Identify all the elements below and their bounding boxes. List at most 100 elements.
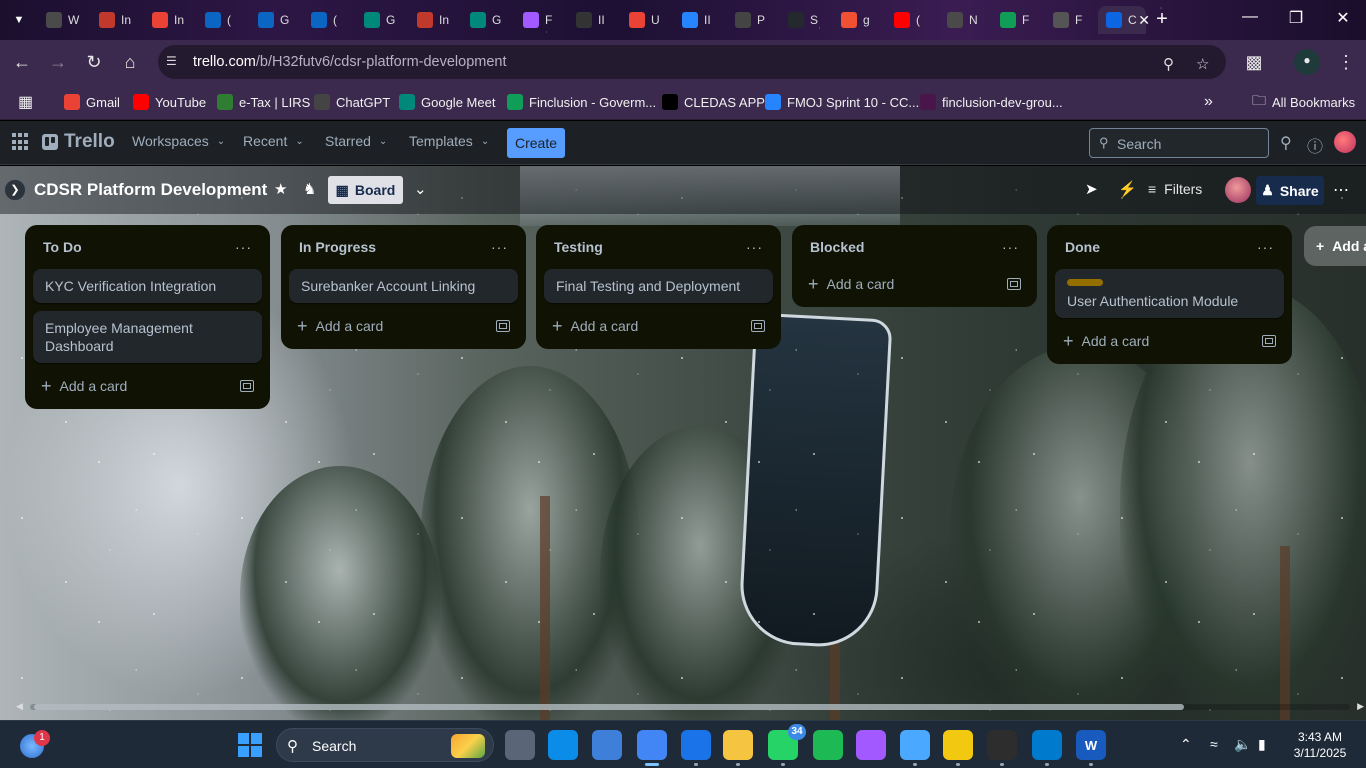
vscode-icon[interactable] — [1032, 730, 1062, 766]
browser-tab[interactable]: C ✕ — [1098, 6, 1150, 34]
menu-workspaces[interactable]: Workspaces ⌄ — [132, 133, 225, 149]
profile-avatar[interactable]: ● — [1294, 49, 1320, 75]
taskbar-search[interactable]: ⚲ Search — [276, 728, 494, 762]
powerbi-icon[interactable] — [943, 730, 973, 766]
more-bookmarks-icon[interactable]: » — [1204, 92, 1213, 112]
chrome-dev-icon[interactable] — [681, 730, 711, 766]
add-card-button[interactable]: + Add a card — [1055, 326, 1284, 356]
bookmark-item[interactable]: YouTube — [133, 92, 206, 112]
add-card-button[interactable]: + Add a card — [33, 371, 262, 401]
minimize-icon[interactable]: — — [1238, 8, 1262, 26]
app-switcher-icon[interactable] — [12, 133, 30, 151]
wifi-icon[interactable]: ≈ — [1210, 736, 1218, 752]
spotify-icon[interactable] — [813, 730, 843, 760]
bookmark-item[interactable]: Google Meet — [399, 92, 495, 112]
browser-tab[interactable]: W — [38, 6, 91, 34]
card[interactable]: User Authentication Module — [1055, 269, 1284, 318]
power-ups-icon[interactable]: ➤ — [1085, 180, 1098, 198]
browser-tab[interactable]: II — [568, 6, 621, 34]
notifications-icon[interactable]: ⚲ — [1280, 133, 1292, 153]
browser-tab[interactable]: G — [356, 6, 409, 34]
user-avatar[interactable] — [1334, 131, 1356, 153]
create-button[interactable]: Create — [507, 128, 565, 158]
automation-icon[interactable]: ⚡ — [1118, 180, 1137, 198]
all-bookmarks-button[interactable]: 🗀 All Bookmarks — [1252, 92, 1355, 112]
forward-icon[interactable]: → — [46, 51, 70, 75]
menu-templates[interactable]: Templates ⌄ — [409, 133, 489, 149]
list-menu-icon[interactable]: ··· — [235, 239, 252, 255]
browser-tab[interactable]: S — [780, 6, 833, 34]
apps-grid-icon[interactable]: ▦ — [18, 92, 33, 112]
notepad-icon[interactable] — [900, 730, 930, 766]
filters-button[interactable]: ≡ Filters — [1148, 181, 1202, 197]
edge-icon[interactable] — [548, 730, 578, 760]
board-menu-icon[interactable]: ⋯ — [1333, 180, 1349, 200]
volume-icon[interactable]: 🔈 — [1234, 736, 1251, 753]
browser-tab[interactable]: In — [409, 6, 462, 34]
list-menu-icon[interactable]: ··· — [1257, 239, 1274, 255]
view-switcher-chevron-icon[interactable]: ⌄ — [414, 180, 427, 198]
sidebar-toggle-icon[interactable]: ❯ — [4, 179, 26, 201]
search-input[interactable]: ⚲ Search — [1089, 128, 1269, 158]
list-menu-icon[interactable]: ··· — [1002, 239, 1019, 255]
bookmark-item[interactable]: ChatGPT — [314, 92, 390, 112]
add-list-button[interactable]: + Add a — [1304, 226, 1366, 266]
list-title[interactable]: To Do — [43, 239, 82, 255]
photos-icon[interactable] — [592, 730, 622, 760]
list-title[interactable]: Blocked — [810, 239, 864, 255]
card[interactable]: Employee Management Dashboard — [33, 311, 262, 363]
add-card-button[interactable]: + Add a card — [800, 269, 1029, 299]
url-text[interactable]: trello.com/b/H32futv6/cdsr-platform-deve… — [193, 54, 507, 70]
browser-menu-icon[interactable]: ⋮ — [1334, 51, 1358, 75]
browser-tab[interactable]: F — [515, 6, 568, 34]
list-header[interactable]: Blocked ··· — [800, 225, 1029, 269]
browser-tab[interactable]: ( — [303, 6, 356, 34]
list-header[interactable]: Done ··· — [1055, 225, 1284, 269]
list-menu-icon[interactable]: ··· — [491, 239, 508, 255]
terminal-icon[interactable] — [987, 730, 1017, 766]
visibility-icon[interactable]: ♞ — [303, 180, 316, 198]
whatsapp-icon[interactable]: 34 — [768, 724, 806, 766]
browser-tab[interactable]: In — [91, 6, 144, 34]
list-header[interactable]: To Do ··· — [33, 225, 262, 269]
bookmark-item[interactable]: FMOJ Sprint 10 - CC... — [765, 92, 919, 112]
list-header[interactable]: Testing ··· — [544, 225, 773, 269]
bookmark-item[interactable]: Gmail — [64, 92, 120, 112]
card-template-icon[interactable] — [240, 380, 254, 392]
browser-tab[interactable]: II — [674, 6, 727, 34]
star-board-icon[interactable]: ★ — [274, 180, 287, 198]
board-title[interactable]: CDSR Platform Development — [34, 180, 267, 200]
show-hidden-icons[interactable]: ⌃ — [1180, 736, 1192, 753]
list-title[interactable]: Testing — [554, 239, 603, 255]
member-avatar[interactable] — [1225, 177, 1251, 203]
add-card-button[interactable]: + Add a card — [544, 311, 773, 341]
site-info-icon[interactable]: ☰ — [166, 54, 182, 70]
browser-tab[interactable]: N — [939, 6, 992, 34]
list-header[interactable]: In Progress ··· — [289, 225, 518, 269]
extensions-icon[interactable]: ▩ — [1242, 51, 1266, 75]
scroll-right-icon[interactable]: ▶ — [1357, 701, 1364, 712]
card[interactable]: Final Testing and Deployment — [544, 269, 773, 303]
card-template-icon[interactable] — [1262, 335, 1276, 347]
card-label[interactable] — [1067, 279, 1103, 286]
task-view-icon[interactable] — [505, 730, 535, 760]
chrome-icon[interactable] — [637, 730, 667, 766]
close-tab-icon[interactable]: ✕ — [1138, 12, 1150, 29]
browser-tab[interactable]: G — [250, 6, 303, 34]
menu-recent[interactable]: Recent ⌄ — [243, 133, 304, 149]
browser-tab[interactable]: F — [1045, 6, 1098, 34]
zoom-icon[interactable]: ⚲ — [1163, 55, 1174, 73]
bookmark-item[interactable]: Finclusion - Goverm... — [507, 92, 656, 112]
browser-tab[interactable]: G — [462, 6, 515, 34]
trello-logo[interactable]: Trello — [42, 131, 115, 153]
bookmark-item[interactable]: CLEDAS APP — [662, 92, 765, 112]
list-title[interactable]: In Progress — [299, 239, 376, 255]
address-field[interactable]: ☰ trello.com/b/H32futv6/cdsr-platform-de… — [158, 45, 1226, 79]
browser-tab[interactable]: In — [144, 6, 197, 34]
widgets-button[interactable]: 1 — [20, 730, 50, 758]
start-button[interactable] — [238, 733, 262, 757]
close-window-icon[interactable]: ✕ — [1331, 8, 1355, 28]
file-explorer-icon[interactable] — [723, 730, 753, 766]
card[interactable]: Surebanker Account Linking — [289, 269, 518, 303]
browser-tab[interactable]: U — [621, 6, 674, 34]
